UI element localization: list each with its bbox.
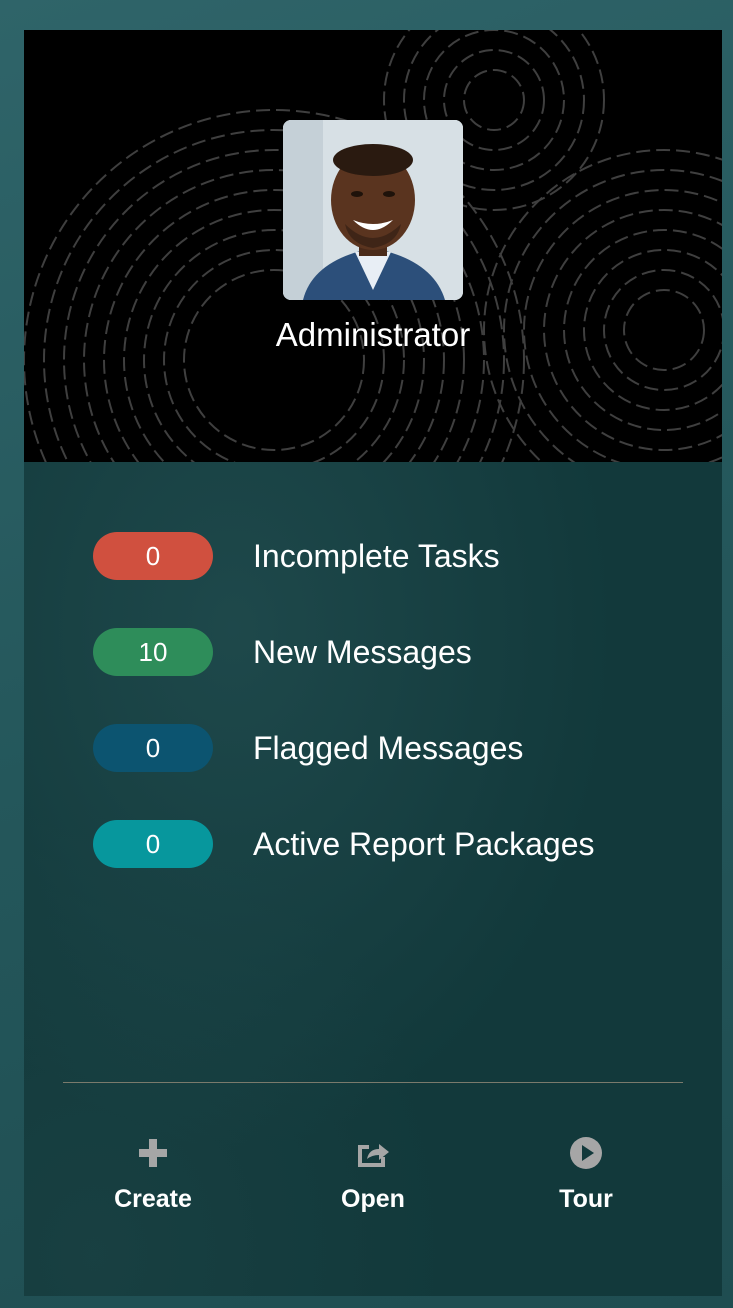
page-background: Administrator 0 Incomplete Tasks 10 New … [0,0,733,1308]
stat-flagged-messages[interactable]: 0 Flagged Messages [93,724,523,772]
flagged-messages-label[interactable]: Flagged Messages [253,730,523,767]
stat-active-report-packages[interactable]: 0 Active Report Packages [93,820,595,868]
create-label: Create [114,1185,192,1213]
play-circle-icon [570,1137,602,1169]
stat-new-messages[interactable]: 10 New Messages [93,628,472,676]
profile-header: Administrator [24,30,722,462]
new-messages-count-badge[interactable]: 10 [93,628,213,676]
share-open-icon [358,1144,389,1167]
tour-button[interactable]: Tour [516,1135,656,1214]
incomplete-tasks-label[interactable]: Incomplete Tasks [253,538,500,575]
user-photo [283,120,463,300]
divider [63,1082,683,1083]
open-button[interactable]: Open [303,1135,443,1214]
plus-icon [139,1139,167,1167]
active-report-packages-count-badge[interactable]: 0 [93,820,213,868]
user-name: Administrator [275,316,471,353]
active-report-packages-label[interactable]: Active Report Packages [253,826,595,863]
stat-incomplete-tasks[interactable]: 0 Incomplete Tasks [93,532,500,580]
open-label: Open [341,1185,405,1213]
avatar [283,120,463,300]
incomplete-tasks-count-badge[interactable]: 0 [93,532,213,580]
create-button[interactable]: Create [83,1135,223,1214]
tour-label: Tour [559,1185,613,1213]
welcome-panel: Administrator 0 Incomplete Tasks 10 New … [24,30,722,1296]
new-messages-label[interactable]: New Messages [253,634,472,671]
flagged-messages-count-badge[interactable]: 0 [93,724,213,772]
